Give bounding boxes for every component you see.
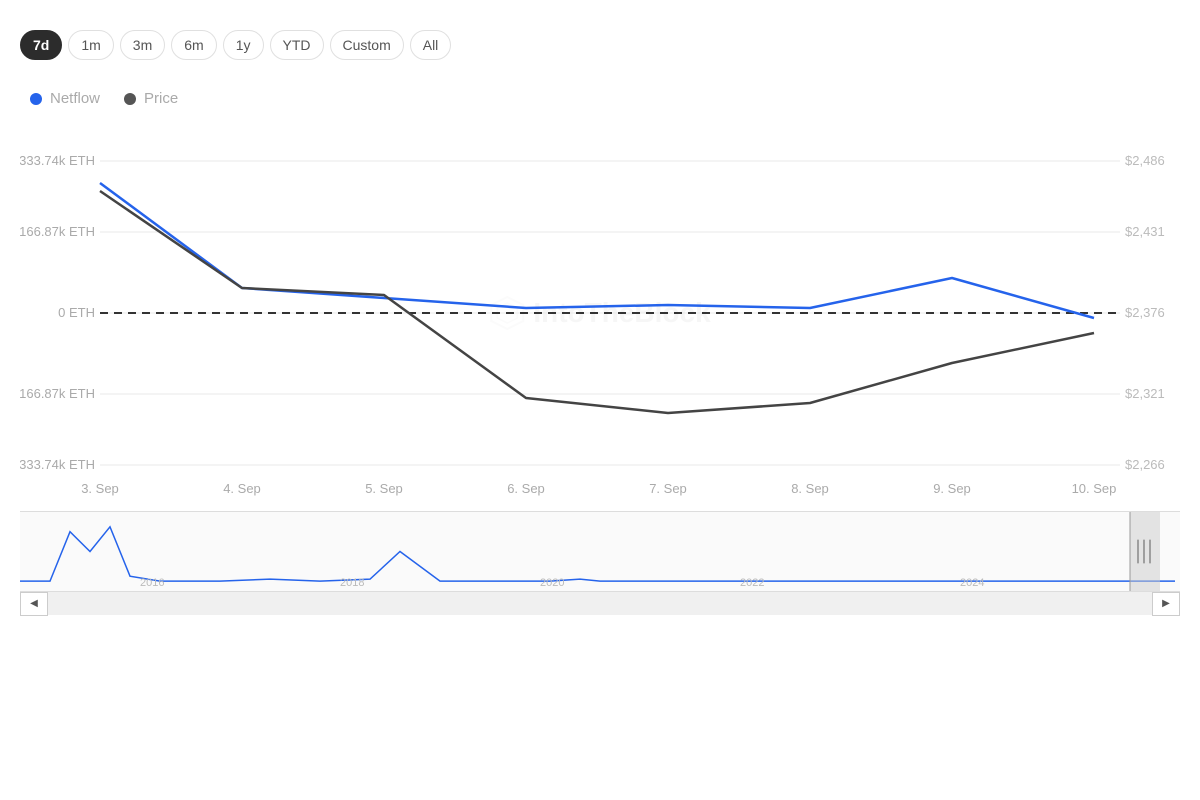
main-chart: IntoTheBlock 333.74k ETH 166.87k ETH 0 E… [20, 123, 1180, 503]
scroll-right-btn[interactable]: ▶ [1152, 592, 1180, 616]
chart-wrapper: IntoTheBlock 333.74k ETH 166.87k ETH 0 E… [20, 123, 1180, 615]
svg-text:10. Sep: 10. Sep [1072, 481, 1117, 496]
svg-text:5. Sep: 5. Sep [365, 481, 403, 496]
main-container: 7d1m3m6m1yYTDCustomAll Netflow Price Int… [0, 0, 1200, 800]
svg-text:2020: 2020 [540, 577, 564, 589]
time-btn-1y[interactable]: 1y [223, 30, 264, 60]
scroll-left-btn[interactable]: ◀ [20, 592, 48, 616]
svg-text:3. Sep: 3. Sep [81, 481, 119, 496]
svg-text:333.74k ETH: 333.74k ETH [20, 153, 95, 168]
time-btn-all[interactable]: All [410, 30, 452, 60]
svg-text:4. Sep: 4. Sep [223, 481, 261, 496]
scrollbar[interactable]: ◀ ▶ [20, 591, 1180, 615]
legend-netflow: Netflow [30, 90, 100, 107]
svg-text:$2,321: $2,321 [1125, 386, 1165, 401]
legend-netflow-label: Netflow [50, 90, 100, 107]
time-range-bar: 7d1m3m6m1yYTDCustomAll [20, 20, 1180, 70]
scroll-track[interactable] [48, 592, 1152, 615]
svg-text:9. Sep: 9. Sep [933, 481, 971, 496]
svg-text:$2,486: $2,486 [1125, 153, 1165, 168]
time-btn-ytd[interactable]: YTD [270, 30, 324, 60]
svg-text:166.87k ETH: 166.87k ETH [20, 224, 95, 239]
price-dot [124, 93, 136, 105]
legend: Netflow Price [20, 90, 1180, 107]
chart-svg: 333.74k ETH 166.87k ETH 0 ETH -166.87k E… [20, 123, 1180, 503]
svg-text:2016: 2016 [140, 577, 164, 589]
netflow-dot [30, 93, 42, 105]
mini-chart: 2016 2018 2020 2022 2024 [20, 511, 1180, 591]
svg-text:-333.74k ETH: -333.74k ETH [20, 457, 95, 472]
svg-text:7. Sep: 7. Sep [649, 481, 687, 496]
svg-text:2024: 2024 [960, 577, 984, 589]
svg-text:-166.87k ETH: -166.87k ETH [20, 386, 95, 401]
time-btn-7d[interactable]: 7d [20, 30, 62, 60]
svg-text:8. Sep: 8. Sep [791, 481, 829, 496]
time-btn-3m[interactable]: 3m [120, 30, 165, 60]
time-btn-1m[interactable]: 1m [68, 30, 113, 60]
svg-text:6. Sep: 6. Sep [507, 481, 545, 496]
mini-chart-svg: 2016 2018 2020 2022 2024 [20, 512, 1180, 591]
svg-text:2018: 2018 [340, 577, 364, 589]
time-btn-6m[interactable]: 6m [171, 30, 216, 60]
legend-price-label: Price [144, 90, 178, 107]
svg-text:2022: 2022 [740, 577, 764, 589]
svg-text:$2,266: $2,266 [1125, 457, 1165, 472]
svg-text:$2,376: $2,376 [1125, 305, 1165, 320]
svg-text:0 ETH: 0 ETH [58, 305, 95, 320]
svg-text:$2,431: $2,431 [1125, 224, 1165, 239]
legend-price: Price [124, 90, 178, 107]
time-btn-custom[interactable]: Custom [330, 30, 404, 60]
